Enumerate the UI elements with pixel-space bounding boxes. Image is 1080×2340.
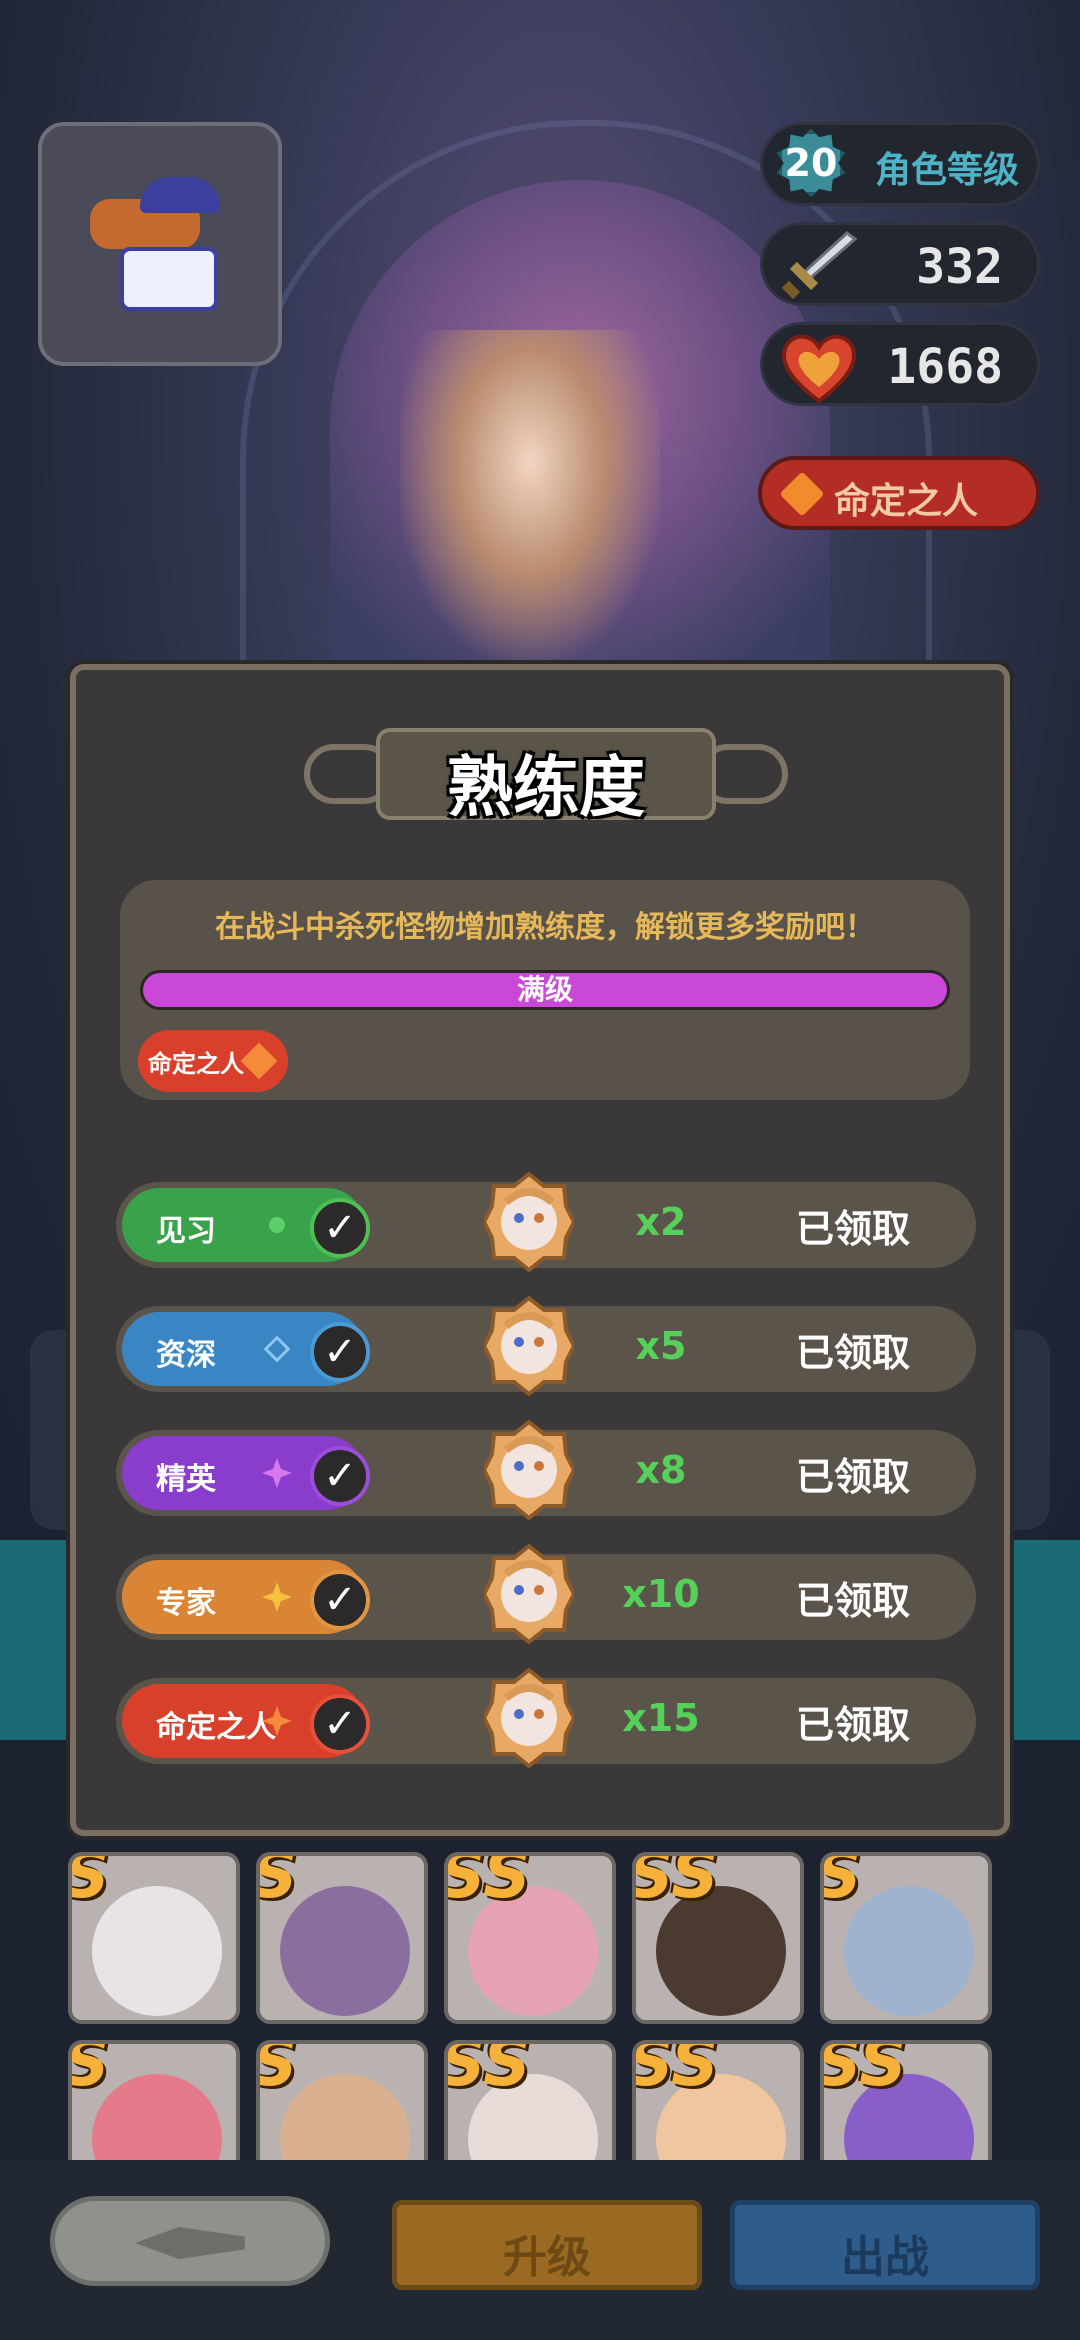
reward-row: 精英 ✓ x8 已领取: [116, 1420, 976, 1520]
rank-label: SS: [632, 1852, 719, 1913]
check-icon: ✓: [310, 1446, 370, 1506]
tier-pill: 资深 ✓: [122, 1312, 370, 1386]
hero-card[interactable]: SS: [632, 1852, 804, 2024]
reward-medal-icon: [484, 1420, 574, 1520]
hp-stat: 1668: [760, 322, 1040, 406]
tier-pill: 精英 ✓: [122, 1436, 370, 1510]
current-tier-chip: 命定之人: [138, 1030, 288, 1092]
heart-icon: [781, 334, 857, 404]
deploy-label: 出战: [841, 2232, 929, 2283]
check-icon: ✓: [310, 1198, 370, 1258]
reward-row: 命定之人 ✓ x15 已领取: [116, 1668, 976, 1768]
tier-label: 命定之人: [156, 1710, 276, 1745]
attack-value: 332: [916, 239, 1003, 295]
title-banner: 熟练度: [296, 718, 796, 830]
check-icon: ✓: [310, 1570, 370, 1630]
reward-quantity: x10: [622, 1572, 700, 1616]
rank-label: S: [824, 1856, 862, 1913]
tier-pill: 命定之人 ✓: [122, 1684, 370, 1758]
hero-card[interactable]: SS: [444, 1852, 616, 2024]
claimed-status[interactable]: 已领取: [796, 1694, 910, 1749]
claimed-status[interactable]: 已领取: [796, 1198, 910, 1253]
level-stat: 20 角色等级: [760, 122, 1040, 206]
fate-badge[interactable]: 命定之人: [758, 456, 1040, 530]
current-tier-label: 命定之人: [148, 1050, 244, 1078]
gem-icon: [262, 1706, 292, 1736]
hero-portrait[interactable]: [38, 122, 282, 366]
check-icon: ✓: [310, 1322, 370, 1382]
claimed-status[interactable]: 已领取: [796, 1446, 910, 1501]
star-icon: [262, 1582, 292, 1612]
level-badge: 20: [777, 129, 845, 197]
proficiency-dialog: 熟练度 在战斗中杀死怪物增加熟练度，解锁更多奖励吧！ 满级 命定之人 见习 ✓ x2…: [70, 664, 1010, 1836]
arrow-left-icon: [135, 2227, 245, 2259]
gem-icon: [779, 471, 825, 517]
dialog-title: 熟练度: [447, 749, 645, 826]
reward-medal-icon: [484, 1668, 574, 1768]
hero-card[interactable]: S: [68, 1852, 240, 2024]
hp-value: 1668: [887, 339, 1003, 395]
reward-quantity: x5: [635, 1324, 687, 1368]
proficiency-progress-bar: 满级: [140, 970, 950, 1010]
claimed-status[interactable]: 已领取: [796, 1570, 910, 1625]
hero-illustration: [400, 330, 660, 660]
back-button[interactable]: [50, 2196, 330, 2286]
tier-label: 见习: [156, 1214, 216, 1249]
rank-label: S: [72, 1856, 110, 1913]
hero-card[interactable]: S: [820, 1852, 992, 2024]
rank-label: S: [72, 2044, 110, 2101]
check-icon: ✓: [310, 1694, 370, 1754]
level-label: 角色等级: [875, 150, 1020, 191]
rank-label: SS: [820, 2040, 907, 2101]
reward-row: 资深 ✓ x5 已领取: [116, 1296, 976, 1396]
reward-quantity: x15: [622, 1696, 700, 1740]
dot-icon: [262, 1210, 292, 1240]
reward-medal-icon: [484, 1172, 574, 1272]
upgrade-label: 升级: [503, 2232, 591, 2283]
attack-stat: 332: [760, 222, 1040, 306]
rank-label: S: [260, 2044, 298, 2101]
deploy-button[interactable]: 出战: [730, 2200, 1040, 2290]
progress-label: 满级: [516, 973, 573, 1006]
tier-pill: 见习 ✓: [122, 1188, 370, 1262]
tier-pill: 专家 ✓: [122, 1560, 370, 1634]
sparkle-icon: [262, 1458, 292, 1488]
reward-row: 专家 ✓ x10 已领取: [116, 1544, 976, 1644]
tier-label: 资深: [156, 1338, 216, 1373]
sword-icon: [781, 231, 857, 300]
hero-card[interactable]: S: [256, 1852, 428, 2024]
rank-label: SS: [444, 1852, 531, 1913]
rank-label: S: [260, 1856, 298, 1913]
reward-quantity: x8: [635, 1448, 687, 1492]
reward-medal-icon: [484, 1296, 574, 1396]
gem-icon: [240, 1042, 278, 1080]
reward-medal-icon: [484, 1544, 574, 1644]
diamond-icon: [262, 1334, 292, 1364]
claimed-status[interactable]: 已领取: [796, 1322, 910, 1377]
reward-row: 见习 ✓ x2 已领取: [116, 1172, 976, 1272]
tier-label: 精英: [156, 1462, 216, 1497]
info-text: 在战斗中杀死怪物增加熟练度，解锁更多奖励吧！: [215, 910, 875, 945]
upgrade-button[interactable]: 升级: [392, 2200, 702, 2290]
reward-quantity: x2: [635, 1200, 687, 1244]
fate-label: 命定之人: [834, 481, 979, 522]
hero-sprite: [80, 169, 240, 319]
info-panel: 在战斗中杀死怪物增加熟练度，解锁更多奖励吧！ 满级 命定之人: [120, 880, 970, 1100]
tier-label: 专家: [156, 1586, 216, 1621]
rank-label: SS: [632, 2040, 719, 2101]
rank-label: SS: [444, 2040, 531, 2101]
